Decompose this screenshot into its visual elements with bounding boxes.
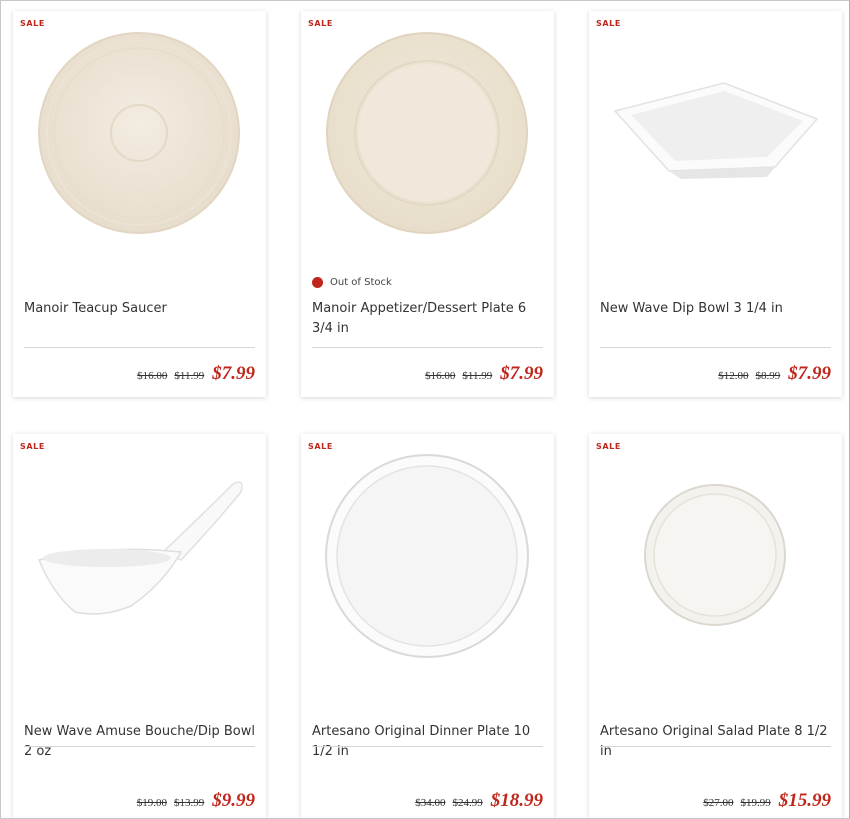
product-name[interactable]: New Wave Dip Bowl 3 1/4 in [600, 299, 832, 319]
product-name[interactable]: Artesano Original Salad Plate 8 1/2 in [600, 722, 832, 762]
product-image-artesano-dinner-plate[interactable] [301, 434, 554, 696]
product-grid: SALE Manoir Teacup Saucer $16.00 $11.99 … [0, 0, 850, 819]
price-row: $34.00 $24.99 $18.99 [408, 790, 543, 812]
stock-status-label: Out of Stock [330, 277, 392, 288]
original-price: $16.00 [137, 370, 168, 382]
previous-price: $24.99 [452, 797, 483, 809]
original-price: $12.00 [718, 370, 749, 382]
price-row: $27.00 $19.99 $15.99 [696, 790, 831, 812]
sale-price: $7.99 [500, 363, 543, 384]
sale-price: $7.99 [212, 363, 255, 384]
previous-price: $8.99 [755, 370, 781, 382]
product-image-manoir-plate[interactable] [301, 11, 554, 273]
sale-price: $15.99 [778, 790, 831, 811]
previous-price: $11.99 [174, 370, 205, 382]
stock-status: Out of Stock [312, 277, 392, 288]
product-image-amuse-bouche-spoon[interactable] [13, 434, 266, 696]
divider [24, 347, 255, 348]
product-image-manoir-saucer[interactable] [13, 11, 266, 273]
divider [600, 746, 831, 747]
sale-badge: SALE [596, 19, 621, 28]
product-image-new-wave-dip-bowl[interactable] [589, 11, 842, 273]
product-card[interactable]: SALE Artesano Original Salad Plate 8 1/2… [589, 434, 842, 818]
sale-badge: SALE [596, 442, 621, 451]
previous-price: $19.99 [740, 797, 771, 809]
sale-price: $18.99 [490, 790, 543, 811]
product-card[interactable]: SALE New Wave Dip Bowl 3 1/4 in $12.00 $… [589, 11, 842, 397]
sale-badge: SALE [308, 19, 333, 28]
product-image-artesano-salad-plate[interactable] [589, 434, 842, 696]
sale-price: $7.99 [788, 363, 831, 384]
original-price: $19.00 [136, 797, 167, 809]
sale-badge: SALE [308, 442, 333, 451]
product-name[interactable]: Artesano Original Dinner Plate 10 1/2 in [312, 722, 544, 762]
product-name[interactable]: Manoir Teacup Saucer [24, 299, 256, 319]
price-row: $16.00 $11.99 $7.99 [130, 363, 255, 385]
product-card[interactable]: SALE Artesano Original Dinner Plate 10 1… [301, 434, 554, 818]
out-of-stock-dot-icon [312, 277, 323, 288]
divider [600, 347, 831, 348]
divider [312, 746, 543, 747]
price-row: $16.00 $11.99 $7.99 [418, 363, 543, 385]
original-price: $34.00 [415, 797, 446, 809]
product-name[interactable]: Manoir Appetizer/Dessert Plate 6 3/4 in [312, 299, 544, 339]
previous-price: $13.99 [174, 797, 205, 809]
sale-badge: SALE [20, 19, 45, 28]
divider [24, 746, 255, 747]
product-card[interactable]: SALE Manoir Teacup Saucer $16.00 $11.99 … [13, 11, 266, 397]
original-price: $27.00 [703, 797, 734, 809]
product-card[interactable]: SALE Out of Stock Manoir Appetizer/Desse… [301, 11, 554, 397]
original-price: $16.00 [425, 370, 456, 382]
price-row: $12.00 $8.99 $7.99 [711, 363, 831, 385]
product-card[interactable]: SALE New Wave Amuse Bouche/Dip Bowl 2 oz… [13, 434, 266, 818]
divider [312, 347, 543, 348]
previous-price: $11.99 [462, 370, 493, 382]
sale-price: $9.99 [212, 790, 255, 811]
product-name[interactable]: New Wave Amuse Bouche/Dip Bowl 2 oz [24, 722, 256, 762]
sale-badge: SALE [20, 442, 45, 451]
price-row: $19.00 $13.99 $9.99 [130, 790, 255, 812]
